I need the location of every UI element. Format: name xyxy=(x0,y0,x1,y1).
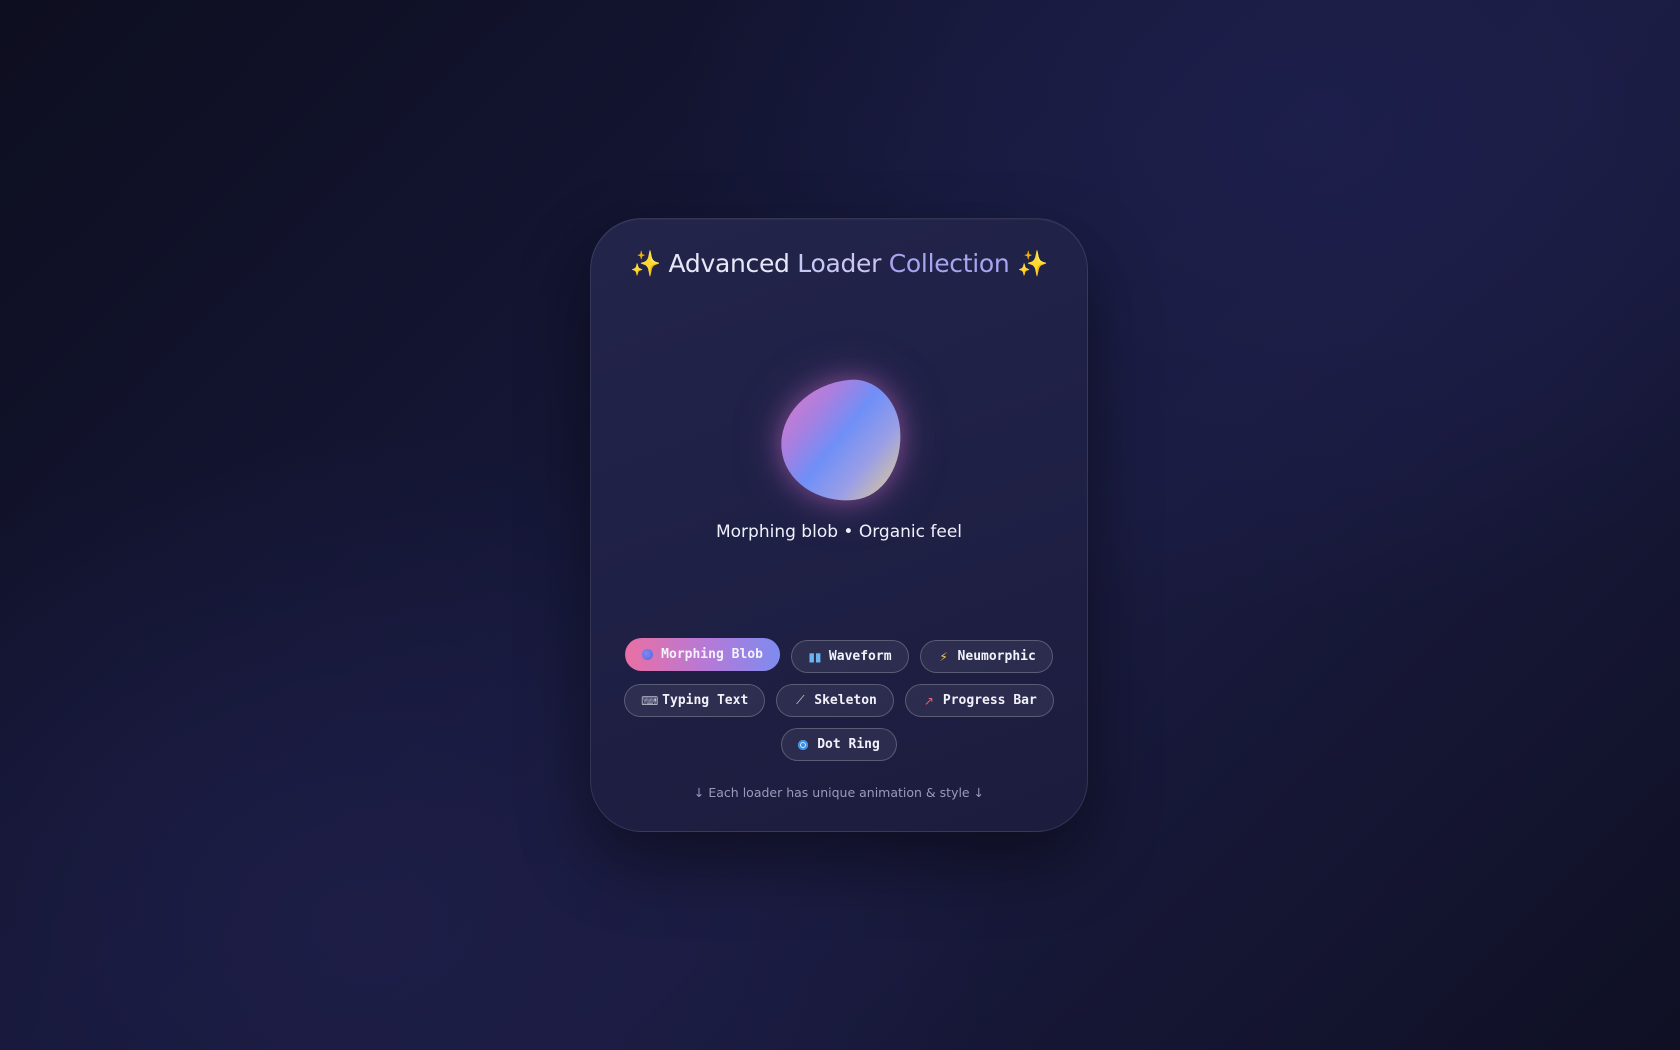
button-label: Skeleton xyxy=(814,693,877,708)
title-word-advanced: Advanced xyxy=(668,249,790,278)
ring-dot-icon xyxy=(798,739,809,750)
morphing-blob xyxy=(775,375,907,507)
page-title: ✨ Advanced Loader Collection ✨ xyxy=(591,249,1087,279)
loader-card: ✨ Advanced Loader Collection ✨ Morphing … xyxy=(590,218,1088,832)
button-label: Progress Bar xyxy=(942,693,1037,708)
bar-chart-icon: ▮▮ xyxy=(808,649,822,664)
dot-ring-button[interactable]: Dot Ring xyxy=(781,728,897,761)
title-word-collection: Collection xyxy=(888,249,1010,278)
title-word-loader: Loader xyxy=(797,249,882,278)
bone-icon: ⟋ xyxy=(796,693,805,707)
button-label: Dot Ring xyxy=(817,737,880,752)
lightning-icon: ⚡ xyxy=(939,649,948,664)
button-label: Waveform xyxy=(828,649,892,664)
button-row-3: Dot Ring xyxy=(591,728,1087,761)
sparkle-right-icon: ✨ xyxy=(1017,249,1048,278)
typing-text-button[interactable]: ⌨ Typing Text xyxy=(624,684,766,717)
skeleton-button[interactable]: ⟋ Skeleton xyxy=(776,684,894,717)
sparkle-left-icon: ✨ xyxy=(630,249,661,278)
morphing-blob-button[interactable]: Morphing Blob xyxy=(625,638,780,671)
keyboard-icon: ⌨ xyxy=(641,693,659,708)
loader-caption: Morphing blob • Organic feel xyxy=(715,522,962,542)
button-label: Typing Text xyxy=(662,693,749,708)
button-row-1: Morphing Blob ▮▮ Waveform ⚡ Neumorphic xyxy=(591,638,1087,673)
footer-hint: ↓ Each loader has unique animation & sty… xyxy=(693,785,985,800)
button-row-2: ⌨ Typing Text ⟋ Skeleton ↗ Progress Bar xyxy=(591,684,1087,717)
neumorphic-button[interactable]: ⚡ Neumorphic xyxy=(919,640,1053,673)
blob-dot-icon xyxy=(642,649,654,660)
chart-up-icon: ↗ xyxy=(923,693,934,708)
loader-selector: Morphing Blob ▮▮ Waveform ⚡ Neumorphic ⌨… xyxy=(591,638,1087,772)
loader-preview xyxy=(775,375,907,507)
button-label: Morphing Blob xyxy=(661,647,763,662)
waveform-button[interactable]: ▮▮ Waveform xyxy=(790,640,909,673)
progress-bar-button[interactable]: ↗ Progress Bar xyxy=(904,684,1054,717)
button-label: Neumorphic xyxy=(957,649,1036,664)
